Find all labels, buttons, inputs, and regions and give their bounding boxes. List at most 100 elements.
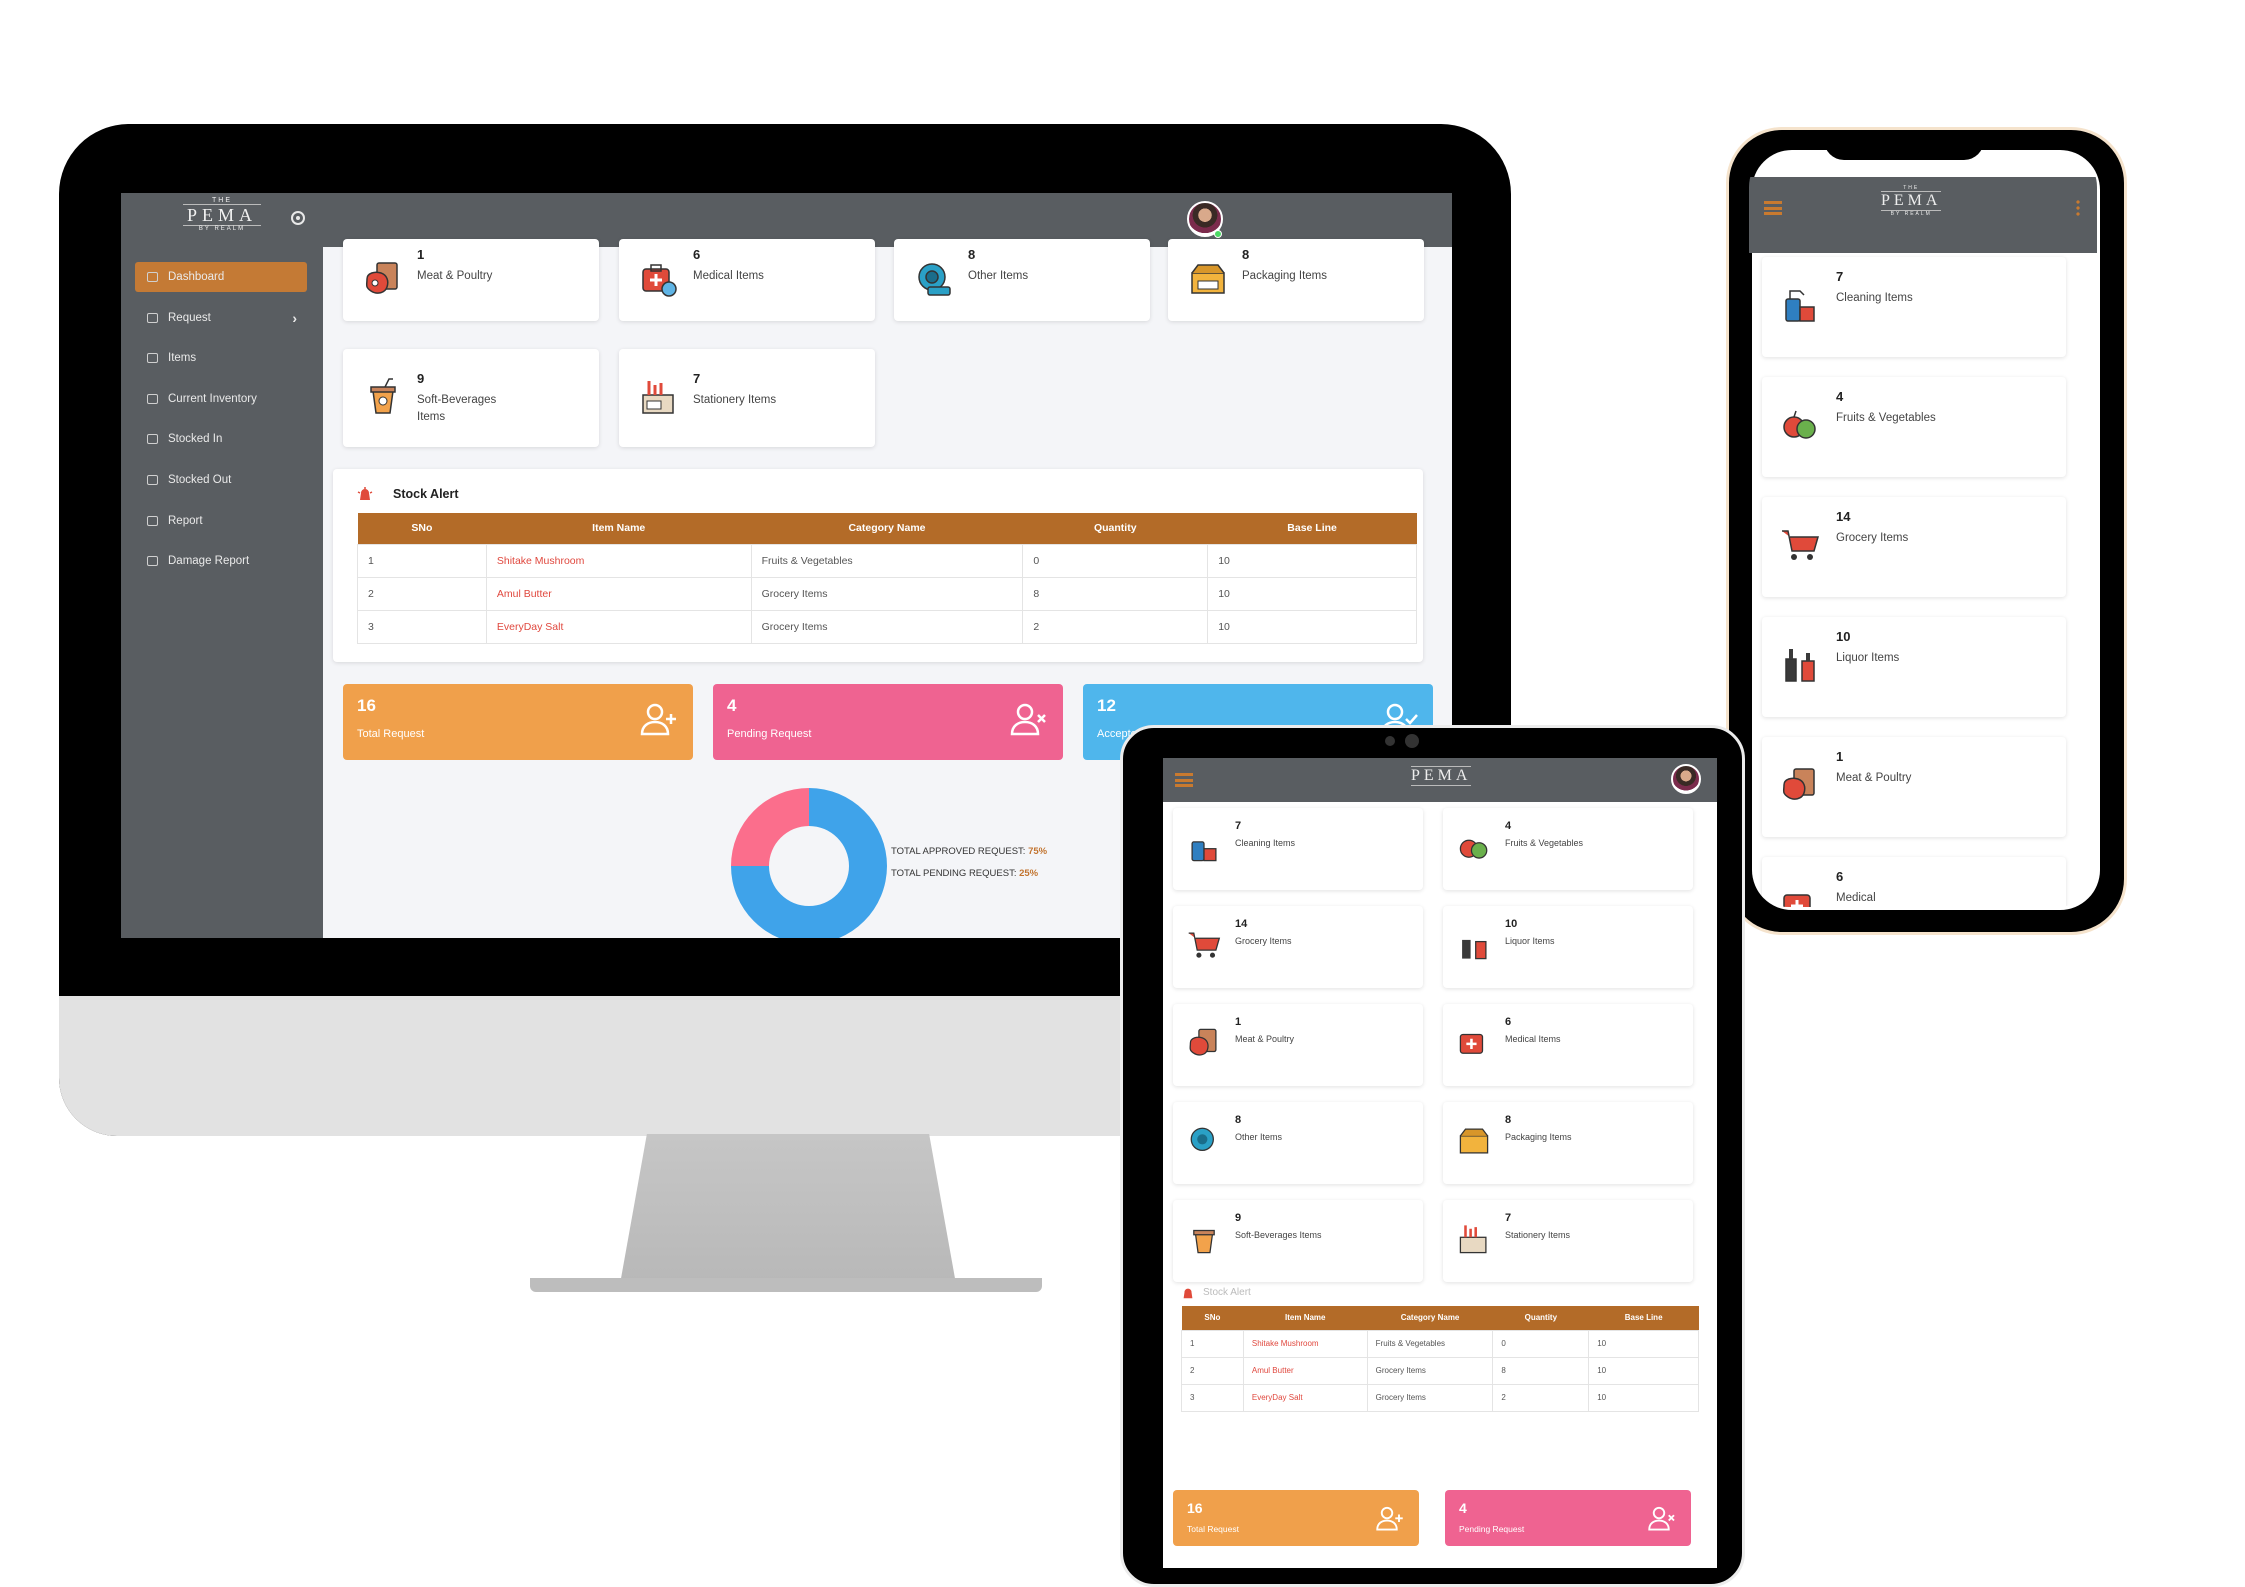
stock-in-icon <box>147 434 158 444</box>
tablet-tile-medical[interactable]: 6 Medical Items <box>1443 1004 1693 1086</box>
table-cell: 3 <box>1181 1383 1244 1412</box>
hamburger-menu-icon[interactable] <box>1175 773 1193 787</box>
tile-count: 4 <box>1836 389 1844 404</box>
tile-count: 7 <box>693 371 701 386</box>
item-name-link[interactable]: EveryDay Salt <box>485 609 752 644</box>
user-plus-icon <box>1376 1506 1403 1531</box>
donut-legend-pending: TOTAL PENDING REQUEST: 25% <box>891 868 1038 879</box>
tile-count: 7 <box>1505 1212 1512 1224</box>
tablet-tile-cleaning[interactable]: 7 Cleaning Items <box>1173 808 1423 890</box>
column-header[interactable]: Quantity <box>1022 513 1208 544</box>
tile-label: Soft-Beverages Items <box>1235 1230 1322 1240</box>
meat-icon <box>1782 768 1815 800</box>
sidebar-item-stocked-out[interactable]: Stocked Out <box>135 465 307 495</box>
table-row: 3 EveryDay Salt Grocery Items 2 10 <box>1181 1383 1699 1412</box>
tablet-tile-liquor[interactable]: 10 Liquor Items <box>1443 906 1693 988</box>
legend-value: 75% <box>1028 846 1048 857</box>
sidebar-item-damage-report[interactable]: Damage Report <box>135 546 307 576</box>
tile-count: 8 <box>1242 247 1250 262</box>
tablet-brand-logo[interactable]: PEMA <box>1411 766 1472 786</box>
column-header[interactable]: Base Line <box>1588 1306 1699 1330</box>
sidebar-item-label: Damage Report <box>168 555 250 567</box>
tablet-device: PEMA 7 Cleaning Items 4 Fruits & Vegetab… <box>1120 725 1745 1587</box>
column-header[interactable]: Base Line <box>1207 513 1417 544</box>
sidebar-item-current-inventory[interactable]: Current Inventory <box>135 384 307 414</box>
beverage-icon <box>370 378 396 414</box>
column-header[interactable]: Category Name <box>1367 1306 1493 1330</box>
sidebar-item-items[interactable]: Items <box>135 343 307 373</box>
stock-alert-table: SNo Item Name Category Name Quantity Bas… <box>357 513 1417 644</box>
phone-tile-fruits[interactable]: 4 Fruits & Vegetables <box>1762 377 2066 477</box>
user-plus-icon <box>640 703 676 736</box>
other-icon <box>1190 1127 1214 1151</box>
tile-count: 10 <box>1836 629 1851 644</box>
column-header[interactable]: SNo <box>357 513 487 544</box>
tablet-stat-pending-request[interactable]: 4 Pending Request <box>1445 1490 1691 1546</box>
medical-icon <box>1459 1033 1484 1054</box>
report-icon <box>147 556 158 566</box>
sidebar-item-dashboard[interactable]: Dashboard <box>135 262 307 292</box>
category-tile-meat[interactable]: 1 Meat & Poultry <box>343 239 599 321</box>
category-tile-packaging[interactable]: 8 Packaging Items <box>1168 239 1424 321</box>
tablet-tile-grocery[interactable]: 14 Grocery Items <box>1173 906 1423 988</box>
tile-count: 8 <box>1505 1114 1512 1126</box>
hamburger-menu-icon[interactable] <box>1764 201 1782 215</box>
phone-tile-meat[interactable]: 1 Meat & Poultry <box>1762 737 2066 837</box>
tablet-tile-stationery[interactable]: 7 Stationery Items <box>1443 1200 1693 1282</box>
tablet-tile-other[interactable]: 8 Other Items <box>1173 1102 1423 1184</box>
stat-card-pending-request[interactable]: 4 Pending Request <box>713 684 1063 760</box>
table-cell: 8 <box>1492 1356 1590 1385</box>
sidebar-item-stocked-in[interactable]: Stocked In <box>135 424 307 454</box>
item-name-link[interactable]: Amul Butter <box>485 576 752 611</box>
other-icon <box>918 263 951 296</box>
stat-label: Total Request <box>357 728 425 740</box>
item-name-link[interactable]: Shitake Mushroom <box>485 543 752 578</box>
column-header[interactable]: Quantity <box>1492 1306 1589 1330</box>
column-header[interactable]: SNo <box>1181 1306 1244 1330</box>
sidebar-toggle-icon[interactable] <box>291 211 305 225</box>
phone-tile-cleaning[interactable]: 7 Cleaning Items <box>1762 257 2066 357</box>
column-header[interactable]: Item Name <box>1243 1306 1368 1330</box>
liquor-icon <box>1785 649 1815 682</box>
sidebar-item-label: Items <box>168 352 197 364</box>
packaging-icon <box>1459 1128 1489 1154</box>
tile-label: Packaging Items <box>1505 1132 1572 1142</box>
tile-label: Packaging Items <box>1242 270 1328 282</box>
donut-slice-pending[interactable] <box>731 788 809 866</box>
item-name-link[interactable]: Shitake Mushroom <box>1242 1329 1368 1358</box>
tile-label: Meat & Poultry <box>1836 772 1912 784</box>
tablet-tile-packaging[interactable]: 8 Packaging Items <box>1443 1102 1693 1184</box>
phone-tile-liquor[interactable]: 10 Liquor Items <box>1762 617 2066 717</box>
tile-count: 8 <box>1235 1114 1242 1126</box>
phone-tile-grocery[interactable]: 14 Grocery Items <box>1762 497 2066 597</box>
tile-label: Stationery Items <box>693 394 777 406</box>
tablet-tile-meat[interactable]: 1 Meat & Poultry <box>1173 1004 1423 1086</box>
sidebar-item-request[interactable]: Request › <box>135 303 307 333</box>
stat-card-total-request[interactable]: 16 Total Request <box>343 684 693 760</box>
phone-tile-medical[interactable]: 6 Medical <box>1762 857 2066 907</box>
donut-legend-approved: TOTAL APPROVED REQUEST: 75% <box>891 846 1047 857</box>
sidebar-item-report[interactable]: Report <box>135 506 307 536</box>
tablet-stock-alert-table: SNo Item Name Category Name Quantity Bas… <box>1181 1306 1699 1412</box>
column-header[interactable]: Category Name <box>751 513 1023 544</box>
tablet-tile-soft-beverages[interactable]: 9 Soft-Beverages Items <box>1173 1200 1423 1282</box>
phone-brand-logo[interactable]: THE PEMA BY REALM <box>1881 185 1942 217</box>
more-options-icon[interactable] <box>2076 199 2080 217</box>
column-header[interactable]: Item Name <box>486 513 752 544</box>
request-donut-chart <box>731 788 887 938</box>
category-tile-stationery[interactable]: 7 Stationery Items <box>619 349 875 447</box>
tile-count: 1 <box>1235 1016 1242 1028</box>
tablet-stat-total-request[interactable]: 16 Total Request <box>1173 1490 1419 1546</box>
category-tile-other[interactable]: 8 Other Items <box>894 239 1150 321</box>
table-cell: 0 <box>1022 543 1209 578</box>
tablet-tile-fruits[interactable]: 4 Fruits & Vegetables <box>1443 808 1693 890</box>
category-tile-medical[interactable]: 6 Medical Items <box>619 239 875 321</box>
tile-label: Soft-Beverages Items <box>417 394 497 423</box>
table-row: 3 EveryDay Salt Grocery Items 2 10 <box>357 609 1417 644</box>
table-cell: Fruits & Vegetables <box>1366 1329 1494 1358</box>
avatar[interactable] <box>1671 764 1701 794</box>
table-cell: Grocery Items <box>750 576 1024 611</box>
category-tile-soft-beverages[interactable]: 9 Soft-Beverages Items <box>343 349 599 447</box>
item-name-link[interactable]: Amul Butter <box>1242 1356 1368 1385</box>
item-name-link[interactable]: EveryDay Salt <box>1242 1383 1368 1412</box>
